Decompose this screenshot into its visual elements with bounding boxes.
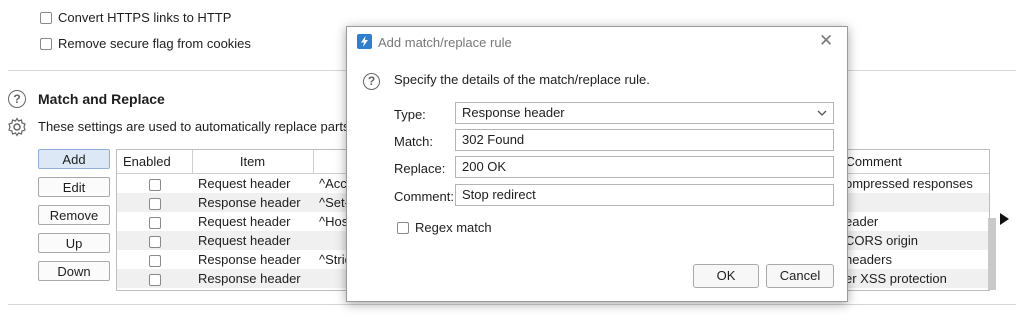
convert-https-label: Convert HTTPS links to HTTP [58, 10, 232, 25]
help-icon[interactable]: ? [8, 90, 26, 108]
row-item: Response header [192, 269, 313, 288]
regex-option[interactable]: Regex match [397, 220, 492, 235]
replace-input[interactable]: 200 OK [455, 156, 834, 178]
comment-input[interactable]: Stop redirect [455, 184, 834, 206]
type-select[interactable]: Response header [455, 102, 834, 124]
row-item: Request header [198, 214, 291, 229]
up-button[interactable]: Up [38, 233, 110, 253]
column-header-comment[interactable]: Comment [839, 150, 989, 174]
remove-secure-option[interactable]: Remove secure flag from cookies [40, 36, 251, 51]
ok-button[interactable]: OK [693, 264, 759, 288]
convert-https-option[interactable]: Convert HTTPS links to HTTP [40, 10, 231, 25]
column-header-item[interactable]: Item [192, 150, 314, 174]
section-description: These settings are used to automatically… [38, 119, 361, 134]
comment-label: Comment: [394, 189, 454, 204]
match-label: Match: [394, 134, 434, 149]
row-enabled-checkbox[interactable] [148, 197, 161, 210]
help-icon: ? [363, 73, 380, 90]
row-enabled-checkbox[interactable] [148, 254, 161, 267]
edit-button[interactable]: Edit [38, 177, 110, 197]
row-enabled-checkbox[interactable] [148, 273, 161, 286]
separator [8, 304, 1016, 305]
row-comment: er XSS protection [839, 269, 989, 288]
row-comment: ompressed responses [845, 176, 973, 191]
row-comment: eader [845, 214, 879, 229]
row-item: Request header [192, 231, 313, 250]
add-rule-dialog: Add match/replace rule ✕ ? Specify the d… [346, 26, 848, 302]
close-icon[interactable]: ✕ [819, 31, 833, 51]
row-item: Response header [198, 252, 301, 267]
row-item: Response header [192, 193, 313, 212]
type-select-value: Response header [462, 105, 565, 120]
row-item: Request header [198, 176, 291, 191]
app-lightning-icon [357, 34, 372, 49]
settings-gear-icon[interactable] [7, 117, 27, 137]
section-title: Match and Replace [38, 91, 165, 107]
table-scrollbar[interactable] [988, 218, 996, 290]
regex-label: Regex match [415, 220, 492, 235]
regex-checkbox[interactable] [397, 221, 409, 234]
dialog-title: Add match/replace rule [378, 35, 512, 50]
add-button[interactable]: Add [38, 149, 110, 169]
remove-button[interactable]: Remove [38, 205, 110, 225]
row-enabled-checkbox[interactable] [148, 235, 161, 248]
play-arrow-icon[interactable] [1000, 213, 1009, 225]
match-input[interactable]: 302 Found [455, 129, 834, 151]
row-comment: headers [845, 252, 892, 267]
row-enabled-checkbox[interactable] [148, 216, 161, 229]
dialog-info-text: Specify the details of the match/replace… [394, 72, 650, 87]
convert-https-checkbox[interactable] [40, 11, 52, 24]
chevron-down-icon [817, 110, 827, 116]
column-header-enabled[interactable]: Enabled [117, 150, 193, 174]
remove-secure-checkbox[interactable] [40, 37, 52, 50]
row-enabled-checkbox[interactable] [148, 178, 161, 191]
row-comment: CORS origin [839, 231, 989, 250]
row-comment [839, 193, 989, 212]
remove-secure-label: Remove secure flag from cookies [58, 36, 251, 51]
cancel-button[interactable]: Cancel [766, 264, 834, 288]
type-label: Type: [394, 107, 426, 122]
replace-label: Replace: [394, 161, 446, 176]
down-button[interactable]: Down [38, 261, 110, 281]
